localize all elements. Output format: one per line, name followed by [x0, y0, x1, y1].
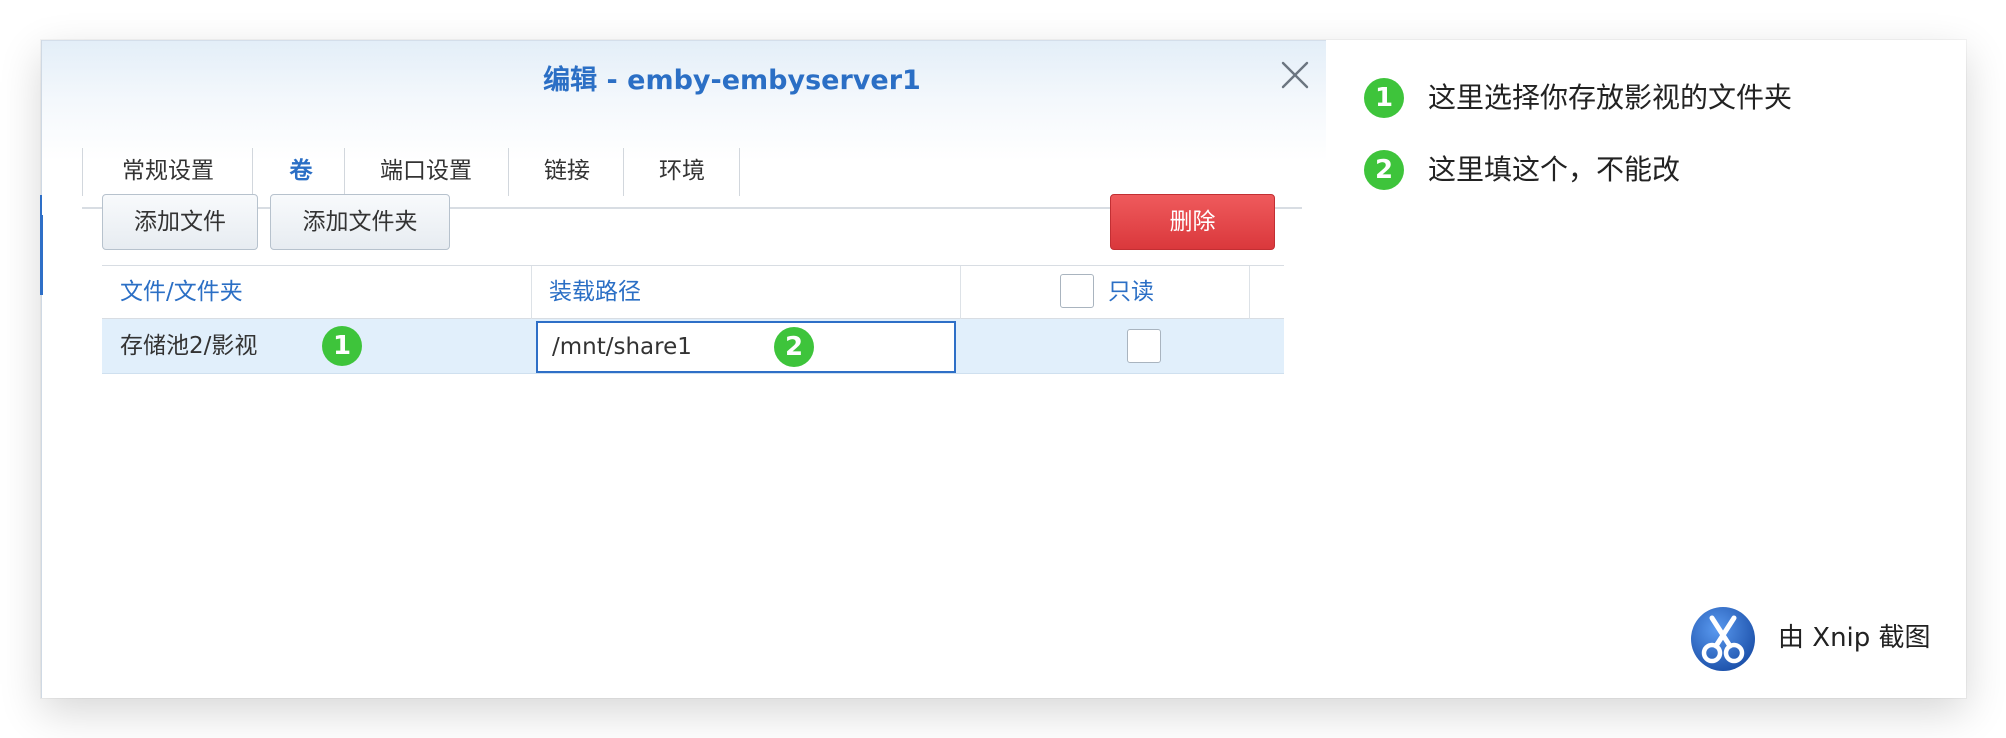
tab-environment[interactable]: 环境	[627, 146, 737, 196]
tab-separator	[252, 148, 253, 196]
xnip-watermark: 由 Xnip 截图	[1690, 603, 1950, 673]
tab-volume[interactable]: 卷	[258, 146, 344, 196]
column-separator	[1249, 266, 1250, 320]
column-header-readonly[interactable]: 只读	[1108, 266, 1154, 318]
tab-separator	[82, 148, 83, 196]
add-folder-button[interactable]: 添加文件夹	[270, 194, 450, 250]
add-file-button[interactable]: 添加文件	[102, 194, 258, 250]
screenshot-frame: 编辑 - emby-embyserver1 常规设置 卷 端口设置 链接 环境	[40, 40, 1966, 698]
column-header-folder[interactable]: 文件/文件夹	[120, 266, 243, 318]
folder-cell: 存储池2/影视	[120, 333, 258, 359]
marker-two-badge: 2	[774, 327, 814, 367]
note-text: 这里填这个，不能改	[1428, 153, 1681, 186]
note-text: 这里选择你存放影视的文件夹	[1428, 81, 1793, 114]
dialog-title: 编辑 - emby-embyserver1	[543, 65, 921, 96]
tab-separator	[739, 148, 740, 196]
tab-links[interactable]: 链接	[512, 146, 622, 196]
column-header-mount-path[interactable]: 装载路径	[549, 266, 641, 318]
tab-separator	[508, 148, 509, 196]
tab-port-settings[interactable]: 端口设置	[348, 146, 504, 196]
delete-button[interactable]: 删除	[1110, 194, 1275, 250]
scissors-icon	[1691, 607, 1755, 671]
table-header: 文件/文件夹 装载路径 只读	[102, 265, 1284, 320]
edit-dialog: 编辑 - emby-embyserver1 常规设置 卷 端口设置 链接 环境	[40, 40, 1326, 698]
close-button[interactable]	[1278, 58, 1312, 92]
close-icon	[1281, 61, 1309, 89]
note-number-badge: 2	[1364, 150, 1404, 190]
watermark-text: 由 Xnip 截图	[1778, 623, 1931, 653]
tab-separator	[344, 148, 345, 196]
table-row[interactable]: 存储池2/影视 1 2	[102, 319, 1284, 374]
tab-general[interactable]: 常规设置	[88, 146, 248, 196]
readonly-select-all-checkbox[interactable]	[1060, 274, 1094, 308]
mount-path-input[interactable]	[536, 321, 956, 373]
tab-separator	[623, 148, 624, 196]
volume-table: 文件/文件夹 装载路径 只读 存储池2/影视 1 2	[102, 265, 1284, 374]
column-separator	[531, 266, 532, 320]
note-number-badge: 1	[1364, 78, 1404, 118]
column-separator	[960, 266, 961, 320]
readonly-checkbox[interactable]	[1127, 329, 1161, 363]
marker-one-badge: 1	[322, 326, 362, 366]
